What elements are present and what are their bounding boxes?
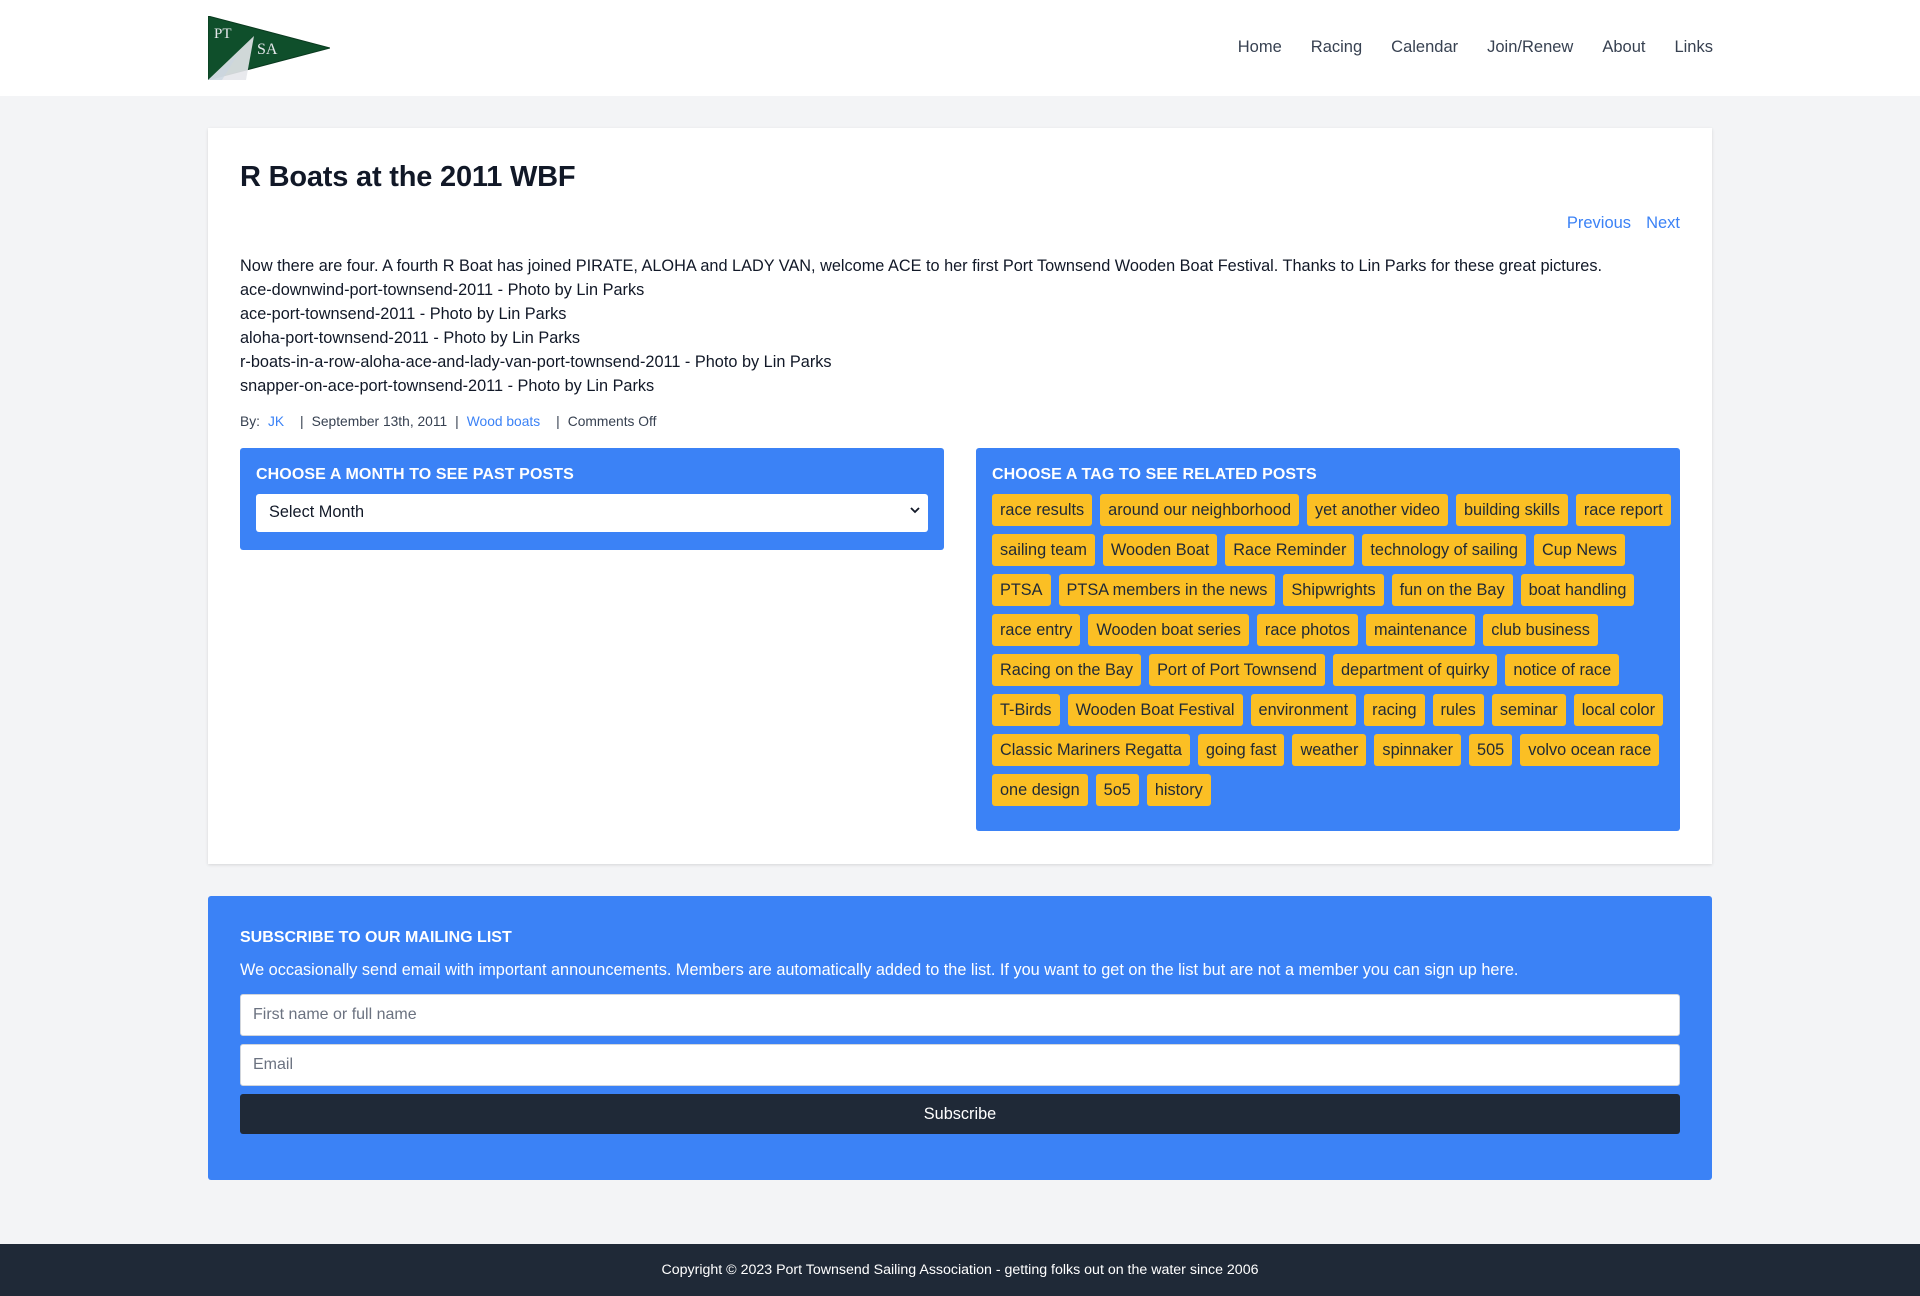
photo-caption: ace-downwind-port-townsend-2011 - Photo … [240,281,645,299]
post-card: R Boats at the 2011 WBF Previous Next No… [208,128,1712,864]
meta-separator: | [556,414,560,429]
main-nav: Home Racing Calendar Join/Renew About Li… [1209,38,1713,57]
author-link[interactable]: JK [268,414,284,429]
tag-link[interactable]: 5o5 [1095,774,1139,806]
tag-link[interactable]: yet another video [1307,494,1448,526]
tag-link[interactable]: going fast [1197,734,1285,766]
tag-link[interactable]: history [1146,774,1211,806]
tag-link[interactable]: Race Reminder [1225,534,1355,566]
tag-link[interactable]: seminar [1491,694,1566,726]
tag-link[interactable]: Racing on the Bay [992,654,1142,686]
ptsa-logo[interactable]: PT SA [207,15,332,81]
archive-widget-title: Choose a month to see past posts [256,466,574,483]
tags-widget-title: Choose a tag to see related posts [992,466,1317,483]
tag-link[interactable]: club business [1483,614,1598,646]
photo-caption: r-boats-in-a-row-aloha-ace-and-lady-van-… [240,353,832,371]
tag-link[interactable]: around our neighborhood [1100,494,1300,526]
tag-link[interactable]: volvo ocean race [1520,734,1660,766]
meta-separator: | [300,414,304,429]
tag-link[interactable]: race report [1575,494,1671,526]
tag-link[interactable]: PTSA members in the news [1058,574,1276,606]
comments-status: Comments Off [567,414,657,429]
nav-home[interactable]: Home [1238,38,1282,57]
category-link[interactable]: Wood boats [467,414,540,429]
tag-link[interactable]: boat handling [1520,574,1635,606]
tag-link[interactable]: race results [992,494,1093,526]
meta-by-label: By: [240,414,260,429]
copyright-text: Copyright © 2023 Port Townsend Sailing A… [661,1262,1259,1278]
tag-link[interactable]: Wooden boat series [1088,614,1249,646]
name-input[interactable] [240,994,1680,1036]
tag-cloud: race results around our neighborhood yet a… [992,494,1672,806]
tag-link[interactable]: spinnaker [1374,734,1462,766]
nav-about[interactable]: About [1602,38,1645,57]
nav-calendar[interactable]: Calendar [1391,38,1458,57]
tag-link[interactable]: Classic Mariners Regatta [992,734,1190,766]
tag-link[interactable]: local color [1573,694,1664,726]
tag-link[interactable]: Wooden Boat [1102,534,1218,566]
subscribe-title: Subscribe to our mailing list [240,929,512,946]
post-pager: Previous Next [1567,214,1680,233]
tag-link[interactable]: race entry [992,614,1081,646]
month-select-value: Select Month [269,503,365,521]
nav-racing[interactable]: Racing [1311,38,1362,57]
photo-caption: snapper-on-ace-port-townsend-2011 - Phot… [240,377,655,395]
post-title: R Boats at the 2011 WBF [240,161,576,193]
tag-link[interactable]: weather [1292,734,1367,766]
site-footer: Copyright © 2023 Port Townsend Sailing A… [0,1244,1920,1296]
tag-link[interactable]: race photos [1256,614,1359,646]
logo-text-top: PT [214,26,232,42]
logo-text-bottom: SA [257,41,278,58]
photo-caption: ace-port-townsend-2011 - Photo by Lin Pa… [240,305,567,323]
photo-caption: aloha-port-townsend-2011 - Photo by Lin … [240,329,580,347]
subscribe-section: Subscribe to our mailing list We occasio… [208,896,1712,1180]
previous-post-link[interactable]: Previous [1567,214,1631,233]
tag-link[interactable]: technology of sailing [1362,534,1526,566]
post-meta: By: JK | September 13th, 2011 | Wood boa… [240,414,656,429]
nav-links[interactable]: Links [1674,38,1713,57]
tags-widget: Choose a tag to see related posts race r… [976,448,1680,831]
tag-link[interactable]: building skills [1455,494,1568,526]
tag-link[interactable]: Port of Port Townsend [1149,654,1325,686]
tag-link[interactable]: Wooden Boat Festival [1067,694,1243,726]
tag-link[interactable]: Shipwrights [1283,574,1384,606]
tag-link[interactable]: one design [992,774,1088,806]
meta-separator: | [455,414,459,429]
tag-link[interactable]: maintenance [1366,614,1476,646]
post-date: September 13th, 2011 [311,414,448,429]
tag-link[interactable]: Cup News [1533,534,1626,566]
email-input[interactable] [240,1044,1680,1086]
tag-link[interactable]: environment [1250,694,1357,726]
post-body: Now there are four. A fourth R Boat has … [240,254,1602,398]
month-select[interactable]: Select Month [256,494,928,532]
tag-link[interactable]: notice of race [1505,654,1620,686]
chevron-down-icon [910,507,920,514]
tag-link[interactable]: racing [1364,694,1425,726]
subscribe-button[interactable]: Subscribe [240,1094,1680,1134]
tag-link[interactable]: 505 [1469,734,1513,766]
tag-link[interactable]: rules [1432,694,1484,726]
tag-link[interactable]: fun on the Bay [1391,574,1513,606]
tag-link[interactable]: PTSA [992,574,1051,606]
nav-join-renew[interactable]: Join/Renew [1487,38,1573,57]
next-post-link[interactable]: Next [1646,214,1680,233]
subscribe-description: We occasionally send email with importan… [240,961,1519,979]
tag-link[interactable]: sailing team [992,534,1095,566]
tag-link[interactable]: department of quirky [1332,654,1498,686]
archive-widget: Choose a month to see past posts Select … [240,448,944,550]
post-intro: Now there are four. A fourth R Boat has … [240,257,1602,275]
tag-link[interactable]: T-Birds [992,694,1060,726]
site-header: PT SA Home Racing Calendar Join/Renew Ab… [0,0,1920,96]
